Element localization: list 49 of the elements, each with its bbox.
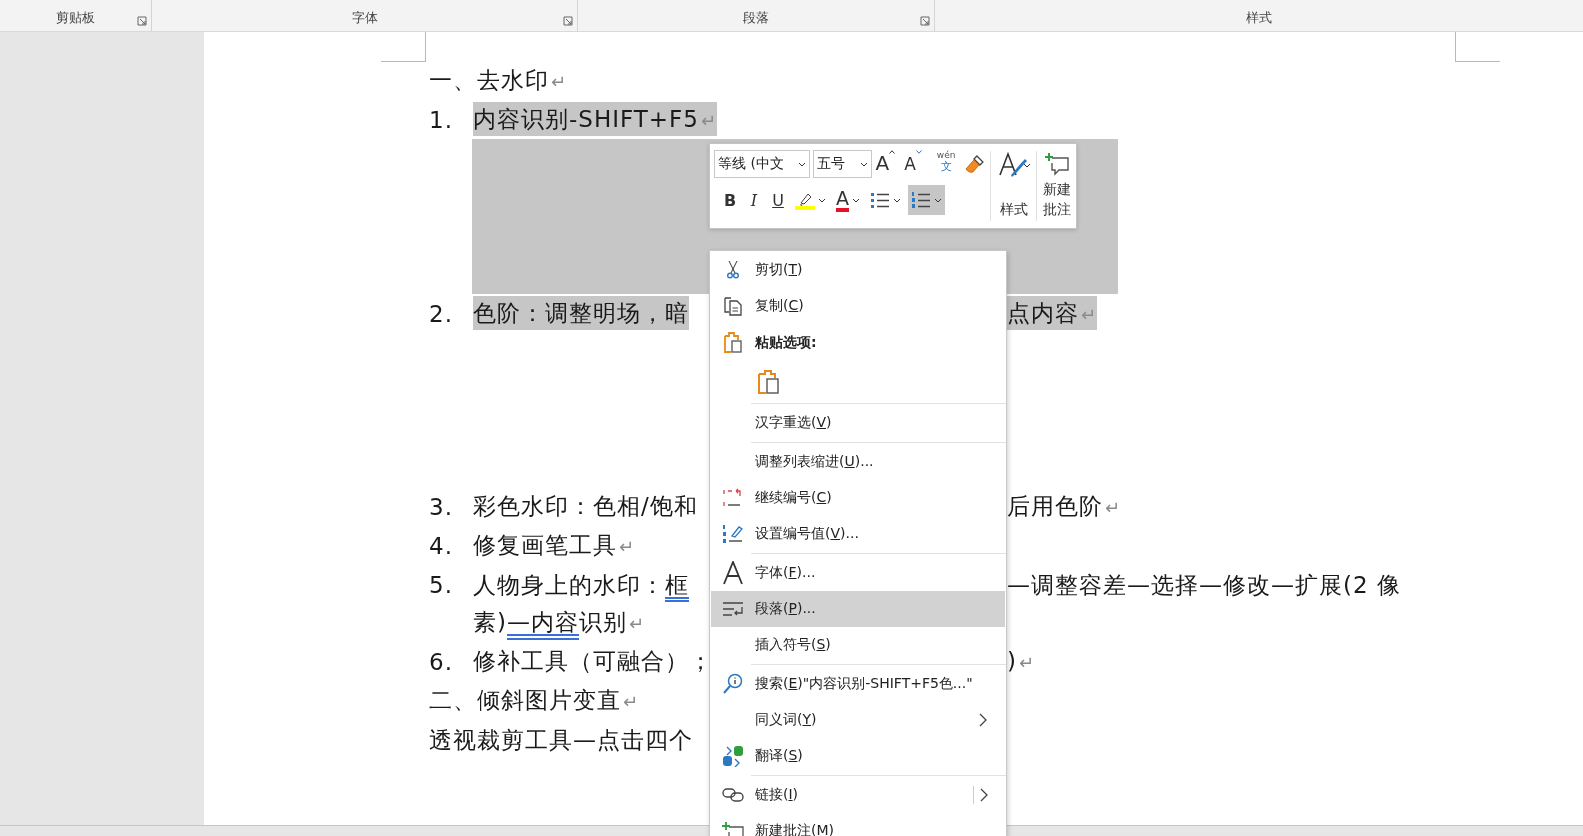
list-number: 1. — [429, 107, 454, 134]
document-text: —调整容差—选择—修改—扩展(2 像 — [1007, 570, 1401, 600]
document-text: 人物身上的水印：框 — [473, 570, 689, 600]
document-text: 透视裁剪工具—点击四个 — [429, 725, 693, 755]
menu-item[interactable]: 调整列表缩进(U)... — [711, 444, 1005, 480]
styles-button[interactable]: 样式 — [994, 149, 1033, 223]
document-text: 一、去水印↵ — [429, 66, 568, 96]
menu-item[interactable]: 同义词(Y) — [711, 702, 1005, 738]
menu-item[interactable]: 翻译(S) — [711, 738, 1005, 774]
document-text: 修复画笔工具↵ — [473, 531, 636, 561]
document-text: 点内容↵ — [1007, 295, 1098, 330]
list-number: 2. — [429, 300, 454, 327]
menu-item[interactable]: 搜索(E)"内容识别-SHIFT+F5色..." — [711, 666, 1005, 702]
bold-button[interactable]: B — [720, 185, 740, 215]
shrink-font-button[interactable]: A — [904, 150, 931, 178]
document-text: 二、倾斜图片变直↵ — [429, 685, 640, 715]
font-name-field[interactable]: 等线 (中文 — [714, 150, 810, 178]
menu-item[interactable]: 字体(F)... — [711, 555, 1005, 591]
grow-font-button[interactable]: A — [875, 150, 902, 178]
document-text: 后用色阶↵ — [1007, 492, 1122, 522]
list-number: 4. — [429, 533, 454, 560]
document-text: 内容识别-SHIFT+F5↵ — [473, 102, 718, 137]
menu-item[interactable]: 链接(I) — [711, 777, 1005, 813]
menu-item[interactable]: 剪切(T) — [711, 252, 1005, 288]
new-comment-button[interactable]: 新建批注 — [1041, 149, 1072, 223]
phonetic-guide-button[interactable]: wén 文 — [933, 150, 960, 178]
menu-item[interactable]: 插入符号(S) — [711, 627, 1005, 663]
document-text: 素)—内容识别↵ — [473, 608, 646, 638]
document-text: 彩色水印：色相/饱和 — [473, 492, 698, 522]
menu-item[interactable]: 复制(C) — [711, 288, 1005, 324]
font-color-button[interactable]: A — [833, 185, 863, 215]
list-number: 5. — [429, 571, 454, 598]
menu-section-header: 粘贴选项: — [711, 324, 1005, 362]
menu-item[interactable]: 设置编号值(V)... — [711, 516, 1005, 552]
menu-item[interactable]: 段落(P)... — [711, 591, 1005, 627]
menu-item[interactable]: 继续编号(C) — [711, 480, 1005, 516]
document-text: )↵ — [1007, 647, 1036, 677]
italic-button[interactable]: I — [744, 185, 764, 215]
ribbon-group-label: 段落 — [743, 9, 769, 27]
document-text: 修补工具（可融合）； — [473, 647, 713, 677]
underline-button[interactable]: U — [768, 185, 788, 215]
document-text: 色阶：调整明场，暗 — [473, 295, 689, 330]
ribbon-group-label: 样式 — [1246, 9, 1272, 27]
list-number: 3. — [429, 494, 454, 521]
ribbon-group-label: 剪贴板 — [56, 9, 95, 27]
list-number: 6. — [429, 649, 454, 676]
ribbon-group-label: 字体 — [351, 9, 378, 27]
font-size-field[interactable]: 五号 — [812, 150, 873, 178]
menu-item[interactable]: 汉字重选(V) — [711, 405, 1005, 441]
